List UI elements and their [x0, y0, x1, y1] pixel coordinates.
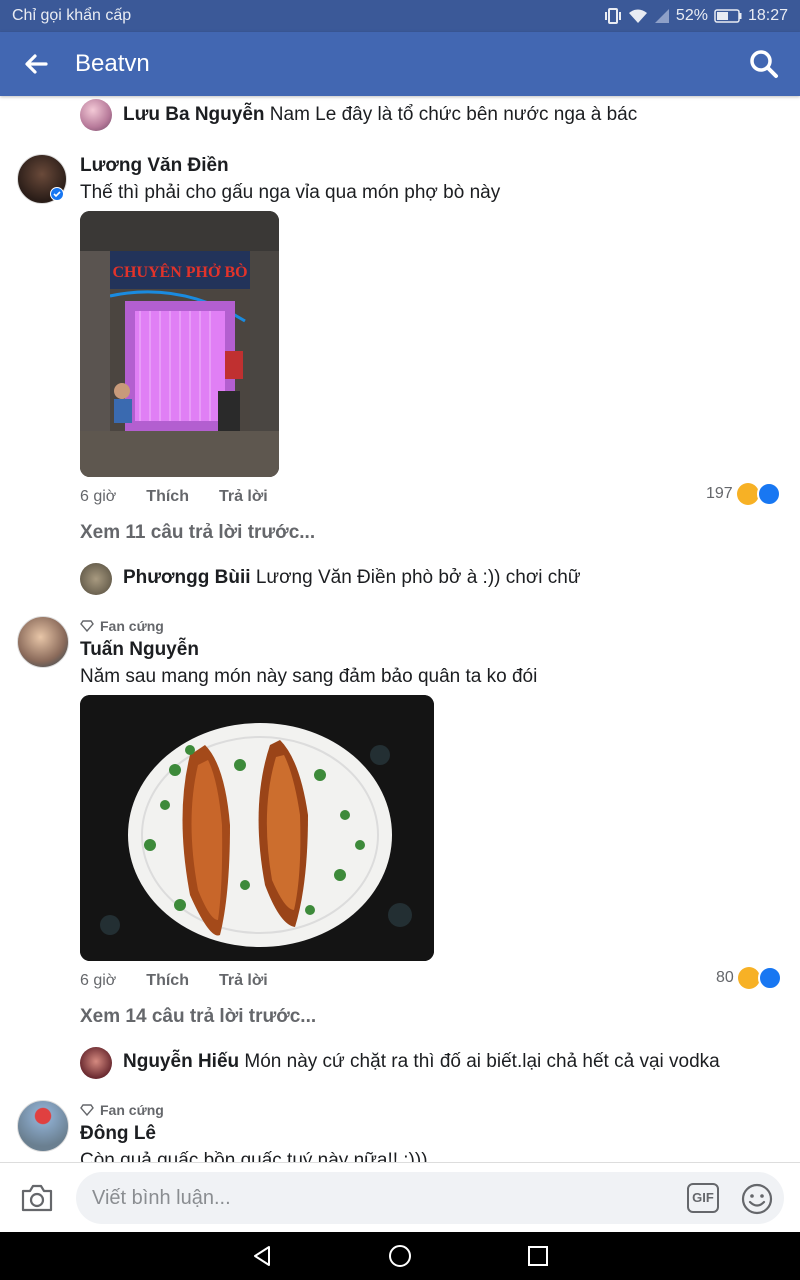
arrow-left-icon[interactable]: [20, 48, 52, 80]
like-reaction-icon: [756, 482, 781, 506]
list-item: Nguyễn Hiếu Món này cứ chặt ra thì đố ai…: [123, 1051, 720, 1073]
comment-author[interactable]: Tuấn Nguyễn: [80, 639, 199, 661]
status-icons: 52% 18:27: [604, 7, 788, 25]
comment-input[interactable]: Viết bình luận...: [76, 1172, 784, 1224]
comment-text: Còn quả quấc bồn quấc tuý này nữa!! :))): [80, 1150, 428, 1162]
app-bar: Beatvn: [0, 32, 800, 96]
comment-photo-pho-shop[interactable]: CHUYÊN PHỞ BÒ: [80, 211, 279, 477]
reaction-count: 197: [706, 485, 733, 502]
haha-reaction-icon: [737, 967, 760, 989]
roasted-dish-photo: [80, 695, 434, 961]
view-previous-replies[interactable]: Xem 11 câu trả lời trước...: [80, 522, 315, 544]
comment-author[interactable]: Lương Văn Điền: [80, 155, 229, 177]
diamond-icon: [80, 1104, 94, 1116]
comment-text: Thế thì phải cho gấu nga vỉa qua món phợ…: [80, 182, 501, 203]
battery-icon: [714, 9, 742, 23]
like-button[interactable]: Thích: [146, 972, 189, 990]
comment-meta: 6 giờ Thích Trả lời: [80, 488, 268, 506]
fan-badge-label: Fan cứng: [100, 1102, 164, 1118]
view-previous-replies[interactable]: Xem 14 câu trả lời trước...: [80, 1006, 316, 1028]
fan-badge: Fan cứng: [80, 618, 164, 634]
fan-badge: Fan cứng: [80, 1102, 164, 1118]
comment-text: Nam Le đây là tổ chức bên nước nga à bác: [269, 104, 638, 125]
reaction-count: 80: [716, 969, 734, 986]
comment-author[interactable]: Đông Lê: [80, 1123, 156, 1145]
system-nav-bar: [0, 1232, 800, 1280]
camera-icon[interactable]: [20, 1183, 54, 1213]
clock: 18:27: [747, 7, 788, 24]
pho-shop-photo: CHUYÊN PHỞ BÒ: [80, 211, 279, 477]
page-title: Beatvn: [75, 50, 150, 77]
comment-text: Món này cứ chặt ra thì đố ai biết.lại ch…: [244, 1051, 720, 1072]
diamond-icon: [80, 620, 94, 632]
smiley-icon[interactable]: [741, 1183, 773, 1215]
reaction-summary[interactable]: 197: [706, 482, 781, 506]
comment-meta: 6 giờ Thích Trả lời: [80, 972, 268, 990]
verified-badge-icon: [50, 187, 64, 201]
list-item: Phươngg Bùii Lương Văn Điền phò bở à :))…: [123, 567, 581, 589]
reaction-summary[interactable]: 80: [716, 966, 782, 990]
avatar[interactable]: [80, 1047, 112, 1079]
like-reaction-icon: [757, 966, 782, 990]
comment-author[interactable]: Nguyễn Hiếu: [123, 1051, 239, 1072]
reply-button[interactable]: Trả lời: [219, 972, 268, 990]
like-button[interactable]: Thích: [146, 488, 189, 506]
wifi-icon: [628, 9, 647, 23]
reply-button[interactable]: Trả lời: [219, 488, 268, 506]
status-bar: Chỉ gọi khẩn cấp 52% 18:27: [0, 0, 800, 32]
comment-time: 6 giờ: [80, 972, 117, 989]
comment-text: Lương Văn Điền phò bở à :)) chơi chữ: [255, 567, 581, 588]
search-icon[interactable]: [748, 48, 780, 80]
comment-author[interactable]: Lưu Ba Nguyễn: [123, 104, 265, 125]
battery-percent: 52%: [675, 7, 708, 24]
vibrate-icon: [604, 8, 621, 24]
avatar[interactable]: [17, 616, 69, 668]
avatar[interactable]: [17, 1100, 69, 1152]
signal-icon: [654, 9, 669, 23]
home-circle-icon[interactable]: [388, 1244, 412, 1268]
avatar[interactable]: [80, 563, 112, 595]
carrier-text: Chỉ gọi khẩn cấp: [12, 7, 132, 24]
comment-time: 6 giờ: [80, 488, 117, 505]
comments-list: Lưu Ba Nguyễn Nam Le đây là tổ chức bên …: [0, 96, 800, 1162]
comment-author[interactable]: Phươngg Bùii: [123, 567, 251, 588]
recents-square-icon[interactable]: [526, 1244, 550, 1268]
fan-badge-label: Fan cứng: [100, 618, 164, 634]
list-item: Lưu Ba Nguyễn Nam Le đây là tổ chức bên …: [123, 104, 637, 126]
avatar[interactable]: [80, 99, 112, 131]
gif-button[interactable]: GIF: [687, 1183, 719, 1213]
back-triangle-icon[interactable]: [250, 1244, 274, 1268]
comment-composer: Viết bình luận... GIF: [0, 1162, 800, 1232]
haha-reaction-icon: [736, 483, 759, 505]
comment-text: Năm sau mang món này sang đảm bảo quân t…: [80, 666, 538, 687]
shop-sign-text: CHUYÊN PHỞ BÒ: [112, 262, 247, 281]
comment-photo-roasted-dish[interactable]: [80, 695, 434, 961]
